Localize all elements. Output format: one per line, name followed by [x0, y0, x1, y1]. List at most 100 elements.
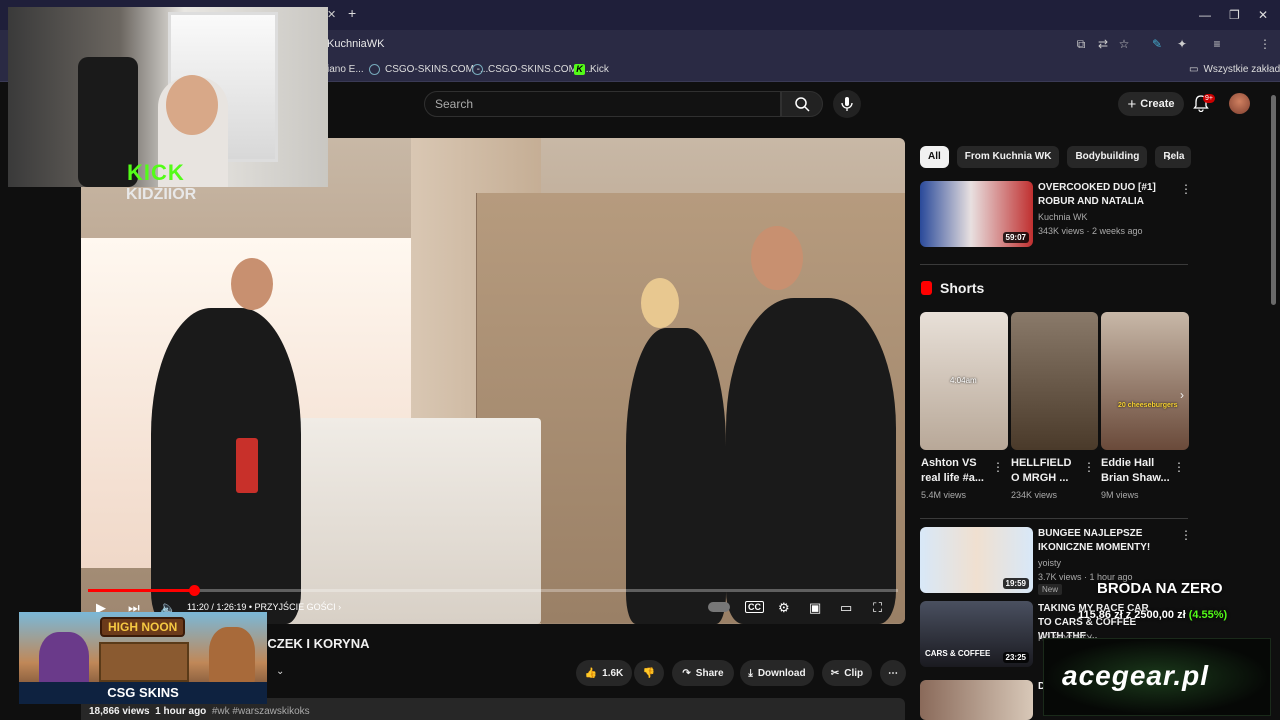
time-text: 11:20 / 1:26:19 [187, 602, 247, 612]
goal-percent: (4.55%) [1188, 609, 1228, 621]
csgo-skins-logo: CSG SKINS [19, 682, 267, 704]
theater-mode-icon[interactable]: ▭ [840, 600, 852, 616]
more-vert-icon[interactable]: ⋮ [992, 460, 1004, 474]
chapter-label[interactable]: • PRZYJŚCIE GOŚCI › [249, 602, 341, 612]
kick-logo: KICK [127, 160, 185, 185]
like-button[interactable]: 👍 1.6K [576, 660, 632, 686]
menu-kebab-icon[interactable]: ⋮ [1258, 37, 1272, 51]
banner-character [209, 627, 255, 687]
search-input[interactable]: Search [424, 91, 781, 117]
all-bookmarks-label: Wszystkie zakładki [1203, 64, 1280, 75]
short-title[interactable]: Eddie Hall Brian Shaw... [1101, 456, 1171, 486]
video-thumbnail[interactable]: CARS & COFFEE 23:25 [920, 601, 1033, 667]
video-channel[interactable]: Kuchnia WK [1038, 212, 1088, 222]
translate-icon[interactable]: ⇄ [1096, 37, 1110, 51]
captions-icon[interactable]: CC [745, 601, 764, 613]
video-person-right-head [751, 226, 803, 290]
new-tab-button[interactable]: + [348, 5, 356, 21]
divider [920, 264, 1188, 265]
minimize-icon[interactable]: — [1199, 8, 1211, 22]
video-tags[interactable]: #wk #warszawskikoks [212, 706, 310, 717]
clip-button[interactable]: ✂ Clip [822, 660, 872, 686]
maximize-icon[interactable]: ❐ [1229, 8, 1240, 22]
more-horizontal-icon: ⋯ [888, 667, 898, 679]
csgo-icon [472, 64, 483, 75]
video-person-woman [626, 328, 726, 624]
reading-list-icon[interactable]: ≡ [1210, 37, 1224, 51]
video-channel[interactable]: yoisty [1038, 558, 1061, 568]
account-avatar[interactable] [1229, 93, 1250, 114]
streamer-name: KIDZIIOR [126, 186, 197, 203]
progress-bar[interactable] [88, 585, 898, 596]
extension-icon[interactable]: ✎ [1150, 37, 1164, 51]
chip-from-channel[interactable]: From Kuchnia WK [956, 146, 1060, 168]
video-person-right [726, 298, 896, 624]
kick-icon: K [574, 64, 585, 75]
like-count: 1.6K [602, 667, 624, 679]
download-button[interactable]: ⤓ Download [740, 660, 814, 686]
all-bookmarks[interactable]: ▭ Wszystkie zakładki [1189, 64, 1280, 75]
more-vert-icon[interactable]: ⋮ [1180, 528, 1192, 542]
webcam-face [166, 75, 218, 135]
chip-relaxing[interactable]: Rela [1155, 146, 1192, 168]
thumbs-down-icon: 👎 [642, 667, 656, 679]
short-thumbnail[interactable]: 20 cheeseburgers [1101, 312, 1189, 450]
close-tab-icon[interactable]: ✕ [327, 8, 336, 21]
short-thumbnail[interactable]: 4:04am [920, 312, 1008, 450]
more-vert-icon[interactable]: ⋮ [1083, 460, 1095, 474]
short-thumbnail[interactable] [1011, 312, 1098, 450]
chevron-down-icon[interactable]: ⌄ [276, 666, 284, 677]
folder-icon: ▭ [1189, 64, 1199, 75]
short-title[interactable]: Ashton VS real life #a... [921, 456, 991, 486]
video-thumbnail[interactable]: 59:07 [920, 181, 1033, 247]
video-duration: 19:59 [1002, 578, 1029, 589]
progress-fill [88, 589, 195, 592]
bookmark-kick[interactable]: K Kick [574, 64, 609, 75]
chip-bodybuilding[interactable]: Bodybuilding [1067, 146, 1148, 168]
video-title-1[interactable]: OVERCOOKED DUO [#1] ROBUR AND NATALIA [1038, 181, 1173, 209]
extensions-puzzle-icon[interactable]: ✦ [1175, 37, 1189, 51]
bookmark-item[interactable]: iano E... [327, 64, 364, 75]
fullscreen-icon[interactable]: ⛶ [873, 600, 882, 616]
create-button[interactable]: + Create [1118, 92, 1184, 116]
page-scrollbar[interactable] [1271, 95, 1276, 305]
dislike-button[interactable]: 👎 [634, 660, 664, 686]
share-button[interactable]: ↷ Share [672, 660, 734, 686]
banner-building [99, 642, 189, 682]
more-vert-icon[interactable]: ⋮ [1180, 182, 1192, 196]
short-title[interactable]: HELLFIELD O MRGH ... [1011, 456, 1083, 486]
close-window-icon[interactable]: ✕ [1258, 8, 1268, 22]
scissors-icon: ✂ [830, 667, 840, 679]
video-title-2[interactable]: BUNGEE NAJLEPSZE IKONICZNE MOMENTY! [1038, 527, 1173, 555]
more-vert-icon[interactable]: ⋮ [1173, 460, 1185, 474]
short-overlay-text: 4:04am [950, 376, 977, 385]
video-player[interactable] [81, 138, 905, 624]
bookmark-star-icon[interactable]: ☆ [1117, 37, 1131, 51]
video-can [236, 438, 258, 493]
shorts-title: Shorts [940, 280, 985, 296]
autoplay-toggle[interactable] [708, 602, 730, 612]
video-person-left [151, 308, 301, 624]
video-stats: 343K views · 2 weeks ago [1038, 226, 1143, 236]
settings-gear-icon[interactable]: ⚙ [778, 600, 790, 616]
cast-icon[interactable]: ⧉ [1074, 37, 1088, 51]
search-button[interactable] [781, 91, 823, 117]
video-person-woman-head [641, 278, 679, 328]
search-icon [795, 97, 810, 112]
chevron-right-icon[interactable]: › [1167, 150, 1171, 164]
shorts-next-icon[interactable]: › [1180, 388, 1184, 402]
video-title: NCZEK I KORYNA [258, 636, 370, 651]
video-thumbnail[interactable]: 19:59 [920, 527, 1033, 593]
video-duration: 23:25 [1002, 652, 1029, 663]
short-overlay-text: 20 cheeseburgers [1118, 402, 1178, 409]
plus-icon: + [1127, 95, 1137, 113]
video-thumbnail[interactable] [920, 680, 1033, 720]
miniplayer-icon[interactable]: ▣ [809, 600, 821, 616]
bookmark-item[interactable]: CSGO-SKINS.COM -... [369, 64, 488, 75]
voice-search-button[interactable] [833, 90, 861, 118]
more-actions-button[interactable]: ⋯ [880, 660, 906, 686]
download-icon: ⤓ [748, 667, 753, 679]
goal-title: BRODA NA ZERO [1097, 580, 1223, 597]
chip-all[interactable]: All [920, 146, 949, 168]
url-text[interactable]: KuchniaWK [327, 38, 384, 50]
